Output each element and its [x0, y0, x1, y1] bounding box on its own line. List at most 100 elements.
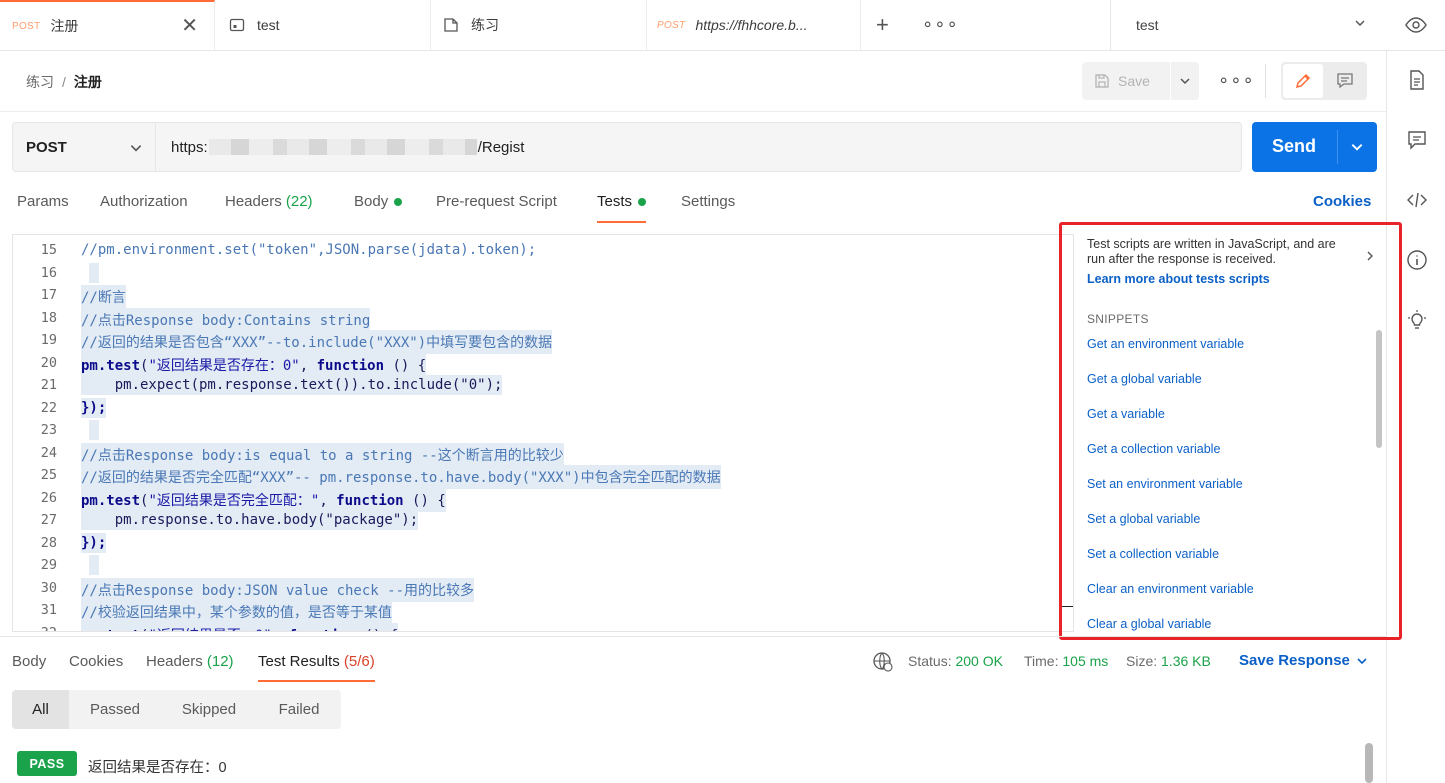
edit-mode-button[interactable]: [1283, 64, 1323, 98]
code-line[interactable]: 18 //点击Response body:Contains string: [13, 307, 1073, 332]
time-label: Time:: [1024, 653, 1059, 669]
tab-practice[interactable]: 练习: [431, 0, 647, 50]
chevron-down-icon: [130, 145, 142, 152]
status-label: Status:: [908, 653, 952, 669]
tab-method-badge: POST: [12, 20, 41, 32]
filter-skipped[interactable]: Skipped: [161, 690, 257, 729]
tab-test[interactable]: test: [215, 0, 431, 50]
save-button[interactable]: Save: [1082, 62, 1170, 100]
size-value[interactable]: 1.36 KB: [1161, 653, 1211, 669]
code-line[interactable]: 29: [13, 554, 1073, 577]
line-number: 17: [40, 287, 57, 303]
code-line[interactable]: 32 pm.test("返回结果是否：0", function () {: [13, 622, 1073, 631]
code-line[interactable]: 31 //校验返回结果中，某个参数的值，是否等于某值: [13, 599, 1073, 624]
close-icon[interactable]: ✕: [181, 16, 198, 36]
code-line[interactable]: 21 pm.expect(pm.response.text()).to.incl…: [13, 374, 1073, 397]
code-line[interactable]: 22});: [13, 397, 1073, 420]
code-line[interactable]: 24 //点击Response body:is equal to a string…: [13, 442, 1073, 467]
test-script-editor[interactable]: 15 //pm.environment.set("token",JSON.pars…: [12, 234, 1074, 632]
breadcrumb-current[interactable]: 注册: [74, 74, 102, 90]
globe-icon[interactable]: [872, 651, 894, 673]
code-text: //返回的结果是否完全匹配“XXX”-- pm.response.to.have…: [81, 465, 721, 489]
line-number: 25: [40, 467, 57, 483]
tab-response-headers[interactable]: Headers (12): [146, 653, 234, 670]
code-line[interactable]: 20 pm.test("返回结果是否存在：0", function () {: [13, 352, 1073, 377]
code-line[interactable]: 28});: [13, 532, 1073, 555]
request-tabs: Params Authorization Headers (22) Body P…: [0, 186, 1386, 226]
tab-register[interactable]: POST 注册 ✕: [0, 0, 215, 50]
tab-method-badge: POST: [657, 19, 686, 31]
tab-settings[interactable]: Settings: [681, 193, 735, 210]
comment-mode-button[interactable]: [1325, 64, 1365, 98]
code-line[interactable]: 25 //返回的结果是否完全匹配“XXX”-- pm.response.to.ha…: [13, 464, 1073, 489]
chevron-down-icon: [1180, 78, 1190, 85]
tab-response-cookies[interactable]: Cookies: [69, 653, 123, 670]
pass-badge: PASS: [17, 751, 77, 776]
save-options-button[interactable]: [1171, 62, 1199, 100]
code-line[interactable]: 27 pm.response.to.have.body("package");: [13, 509, 1073, 532]
url-prefix: https:: [171, 138, 208, 156]
tab-label: 注册: [50, 18, 79, 34]
new-tab-plus-icon[interactable]: +: [876, 12, 889, 38]
filter-failed[interactable]: Failed: [257, 690, 341, 729]
cookies-link[interactable]: Cookies: [1313, 193, 1371, 210]
tab-response-body[interactable]: Body: [12, 653, 46, 670]
tab-test-results[interactable]: Test Results (5/6): [258, 653, 375, 682]
tab-prerequest-script[interactable]: Pre-request Script: [436, 193, 557, 210]
documentation-icon[interactable]: [1406, 69, 1428, 91]
tab-url-request[interactable]: POST https://fhhcore.b...: [647, 0, 861, 50]
tab-body[interactable]: Body: [354, 193, 403, 210]
environment-label: test: [1136, 17, 1159, 33]
code-text: //点击Response body:JSON value check --用的比…: [81, 577, 475, 602]
line-number: 16: [40, 264, 57, 281]
code-icon[interactable]: [1406, 189, 1428, 211]
line-number: 22: [40, 399, 57, 416]
status-value[interactable]: 200 OK: [955, 653, 1002, 669]
method-select[interactable]: POST: [12, 122, 156, 172]
scrollbar[interactable]: [1365, 743, 1373, 783]
code-text: //校验返回结果中，某个参数的值，是否等于某值: [81, 600, 392, 624]
tab-headers[interactable]: Headers (22): [225, 193, 313, 210]
code-line[interactable]: 17 //断言: [13, 284, 1073, 309]
line-number: 29: [40, 557, 57, 573]
code-text: pm.test("返回结果是否：0", function () {: [81, 622, 399, 631]
breadcrumb: 练习 / 注册: [26, 72, 102, 92]
code-line[interactable]: 26 pm.test("返回结果是否完全匹配：", function () {: [13, 487, 1073, 512]
highlight-box: [1059, 222, 1402, 640]
send-button[interactable]: Send: [1252, 122, 1377, 172]
tab-body-label: Body: [354, 193, 389, 210]
code-text: [89, 555, 99, 575]
chevron-down-icon[interactable]: [1350, 140, 1364, 154]
request-tab-bar: POST 注册 ✕ test 练习 POST https://fhhcore.b…: [0, 0, 1445, 51]
tab-test-results-label: Test Results: [258, 653, 340, 670]
breadcrumb-parent[interactable]: 练习: [26, 74, 54, 90]
divider: [0, 111, 1386, 112]
tab-params[interactable]: Params: [17, 193, 69, 210]
environment-selector[interactable]: test: [1110, 0, 1386, 50]
line-number: 21: [40, 377, 57, 393]
tab-label: https://fhhcore.b...: [695, 17, 808, 33]
code-line[interactable]: 16: [13, 262, 1073, 285]
divider: [0, 636, 1386, 637]
info-icon[interactable]: [1406, 249, 1428, 271]
code-line[interactable]: 30 //点击Response body:JSON value check --用…: [13, 577, 1073, 602]
more-tabs-icon[interactable]: ∘∘∘: [922, 14, 959, 35]
more-actions-icon[interactable]: ∘∘∘: [1218, 70, 1255, 91]
comments-icon[interactable]: [1406, 129, 1428, 151]
time-value[interactable]: 105 ms: [1062, 653, 1108, 669]
lightbulb-icon[interactable]: [1406, 309, 1428, 331]
tab-tests[interactable]: Tests: [597, 193, 647, 223]
code-line[interactable]: 23: [13, 419, 1073, 442]
status-dot: [638, 198, 647, 207]
filter-passed[interactable]: Passed: [69, 690, 161, 729]
filter-all[interactable]: All: [12, 690, 69, 729]
save-response-button[interactable]: Save Response: [1239, 652, 1368, 669]
url-input[interactable]: https: /Regist: [156, 122, 1242, 172]
tab-headers-label: Headers: [225, 193, 282, 210]
code-line[interactable]: 19 //返回的结果是否包含“XXX”--to.include("XXX")中填写…: [13, 329, 1073, 354]
code-line[interactable]: 15 //pm.environment.set("token",JSON.pars…: [13, 239, 1073, 262]
line-number: 19: [40, 332, 57, 348]
tab-authorization[interactable]: Authorization: [100, 193, 188, 210]
code-text: //返回的结果是否包含“XXX”--to.include("XXX")中填写要包…: [81, 330, 553, 354]
eye-icon[interactable]: [1405, 14, 1427, 36]
